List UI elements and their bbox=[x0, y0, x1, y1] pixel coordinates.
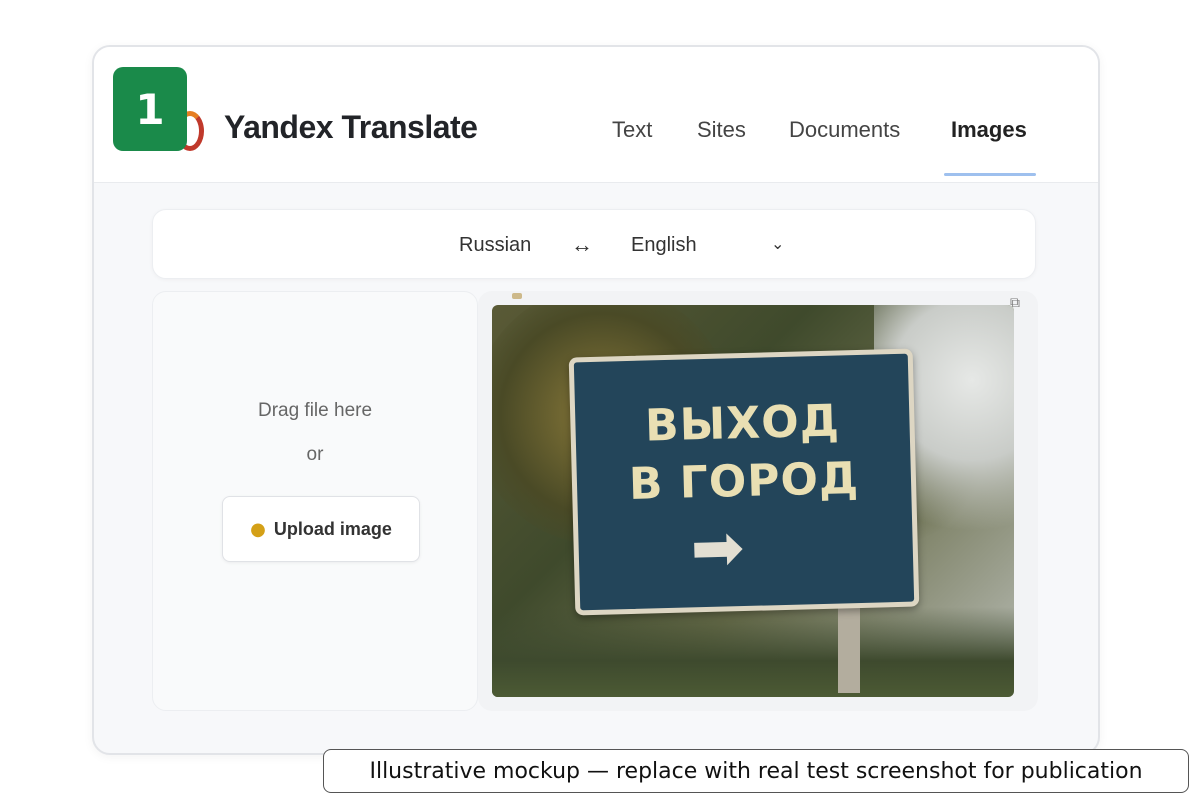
step-badge: 1 bbox=[113, 67, 187, 151]
file-drop-zone[interactable]: Drag file here or ● Upload image bbox=[152, 291, 478, 711]
language-bar: Russian ↔ English ⌄ bbox=[152, 209, 1036, 279]
sign-text-line1: ВЫХОД bbox=[644, 395, 841, 452]
nav-tabs: Text Sites Documents Images bbox=[94, 117, 1098, 177]
mockup-caption: Illustrative mockup — replace with real … bbox=[323, 749, 1189, 793]
corner-marker bbox=[512, 293, 522, 299]
upload-image-label: Upload image bbox=[273, 518, 392, 539]
active-tab-indicator bbox=[944, 173, 1036, 176]
drag-file-text: Drag file here bbox=[257, 400, 373, 421]
road-sign: ВЫХОД В ГОРОД ➡ bbox=[568, 348, 920, 616]
header: 1 Yandex Translate Text Sites Documents … bbox=[94, 47, 1098, 183]
uploaded-photo: ВЫХОД В ГОРОД ➡ bbox=[492, 305, 1014, 697]
source-language-select[interactable]: Russian bbox=[459, 234, 531, 257]
sign-text-line2: В ГОРОД bbox=[628, 452, 860, 511]
tab-documents[interactable]: Documents bbox=[789, 117, 900, 161]
tab-sites[interactable]: Sites bbox=[697, 117, 746, 161]
target-language-select[interactable]: English bbox=[631, 234, 697, 257]
ground-area bbox=[492, 607, 1014, 697]
swap-languages-icon[interactable]: ↔ bbox=[571, 232, 593, 258]
app-window: 1 Yandex Translate Text Sites Documents … bbox=[92, 45, 1100, 755]
chevron-down-icon[interactable]: ⌄ bbox=[771, 234, 784, 253]
tab-images[interactable]: Images bbox=[951, 117, 1027, 161]
upload-image-button[interactable]: ● Upload image bbox=[222, 496, 420, 562]
or-text: or bbox=[306, 444, 324, 465]
upload-icon: ● bbox=[250, 518, 266, 540]
tab-text[interactable]: Text bbox=[612, 117, 652, 161]
image-preview-panel: ⧉ ВЫХОД В ГОРОД ➡ bbox=[478, 291, 1038, 711]
right-arrow-icon: ➡ bbox=[689, 511, 746, 587]
